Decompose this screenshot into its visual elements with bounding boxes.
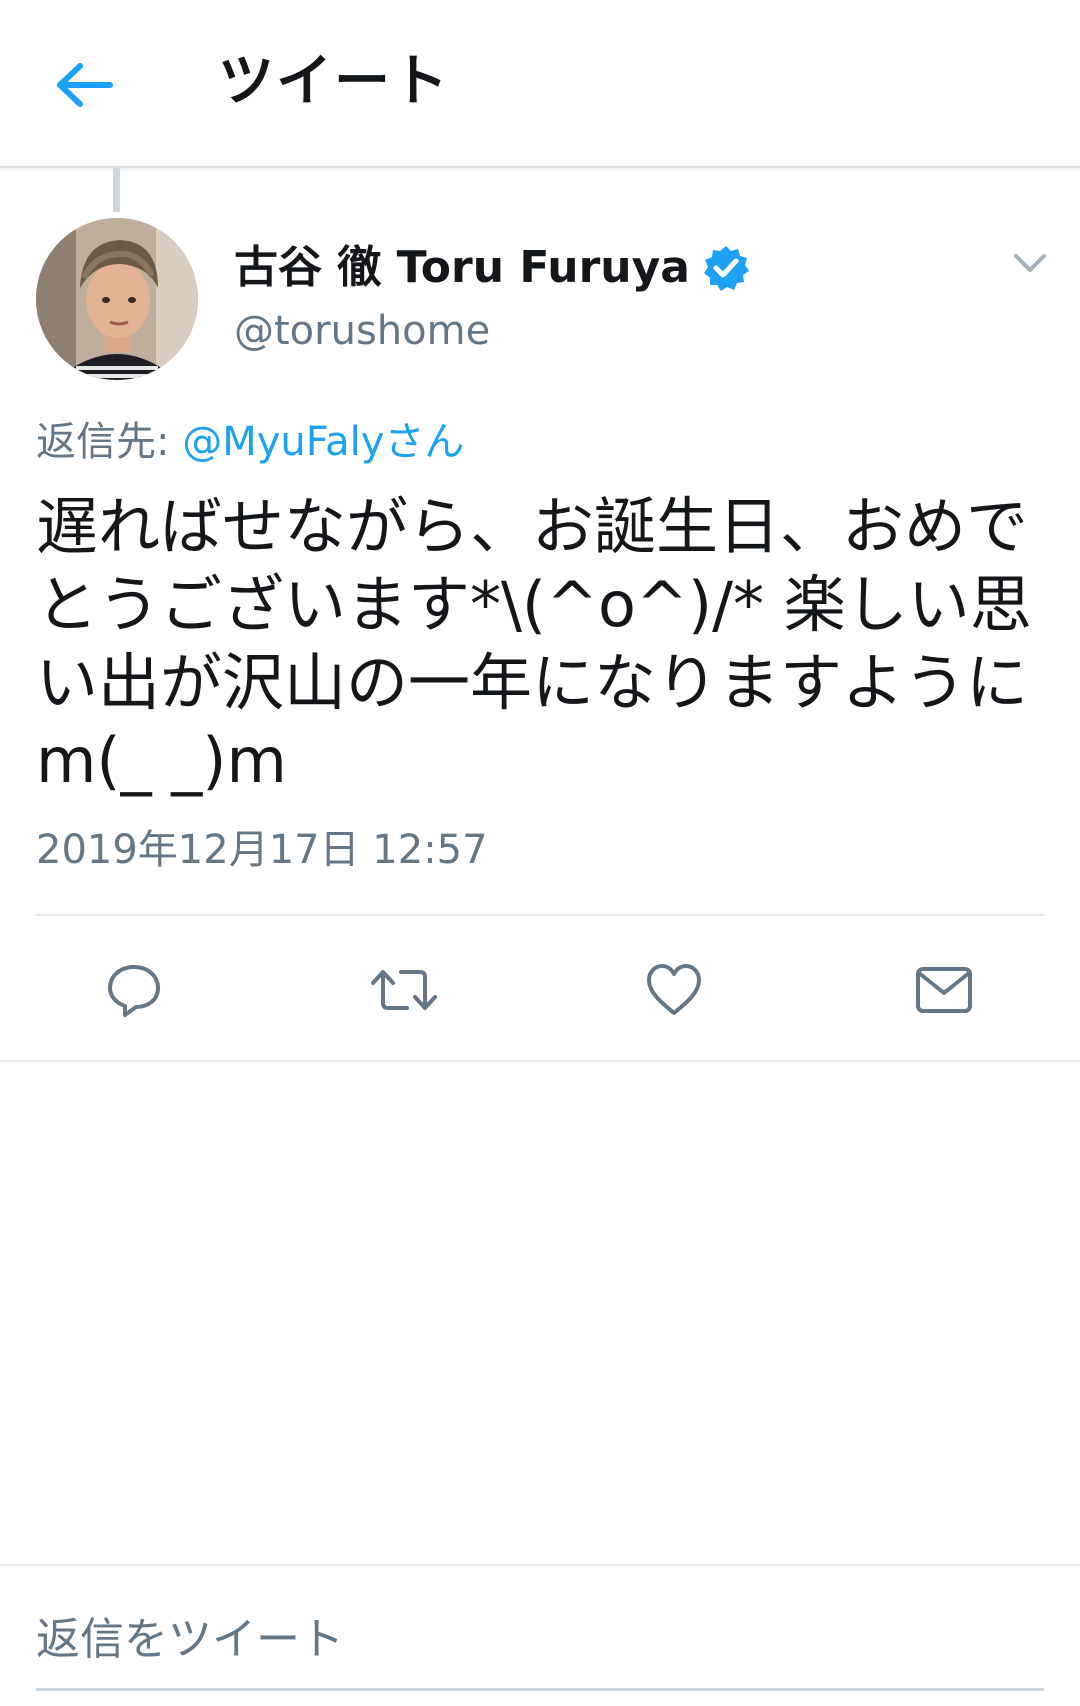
tweet-actions-bar [0, 950, 1080, 1030]
page-title: ツイート [218, 49, 450, 114]
reply-icon [108, 965, 160, 1017]
tweet-timestamp: 2019年12月17日 12:57 [36, 827, 488, 873]
share-dm-icon [916, 967, 972, 1013]
chevron-down-icon [1014, 254, 1046, 272]
reply-to-label: 返信先: [36, 419, 183, 465]
tweet-text: 遅ればせながら、お誕生日、おめでとうございます*\(^o^)/* 楽しい思い出が… [36, 490, 1032, 797]
reply-composer: 返信をツイート [0, 1564, 1080, 1706]
reply-button[interactable] [94, 950, 174, 1030]
like-button[interactable] [634, 950, 714, 1030]
reply-to-line: 返信先: @MyuFalyさん [36, 414, 464, 470]
back-button[interactable] [50, 50, 120, 120]
reply-to-mention[interactable]: @MyuFalyさん [182, 419, 464, 465]
reply-input-underline [36, 1688, 1044, 1691]
avatar-photo-icon [36, 218, 198, 380]
verified-badge-icon [703, 246, 749, 291]
share-dm-button[interactable] [904, 950, 984, 1030]
divider [0, 1060, 1080, 1062]
author-handle[interactable]: @torushome [234, 304, 490, 358]
tweet-menu-button[interactable] [1010, 248, 1050, 278]
retweet-icon [371, 970, 437, 1010]
avatar[interactable] [36, 218, 198, 380]
thread-connector-line [113, 168, 120, 212]
retweet-button[interactable] [364, 950, 444, 1030]
like-icon [647, 964, 701, 1015]
divider [36, 914, 1044, 916]
author-name-row[interactable]: 古谷 徹 Toru Furuya [234, 238, 750, 298]
reply-input[interactable]: 返信をツイート [36, 1610, 344, 1670]
arrow-left-icon [57, 63, 113, 107]
author-name: 古谷 徹 Toru Furuya [234, 242, 690, 293]
top-app-bar: ツイート [0, 0, 1080, 168]
